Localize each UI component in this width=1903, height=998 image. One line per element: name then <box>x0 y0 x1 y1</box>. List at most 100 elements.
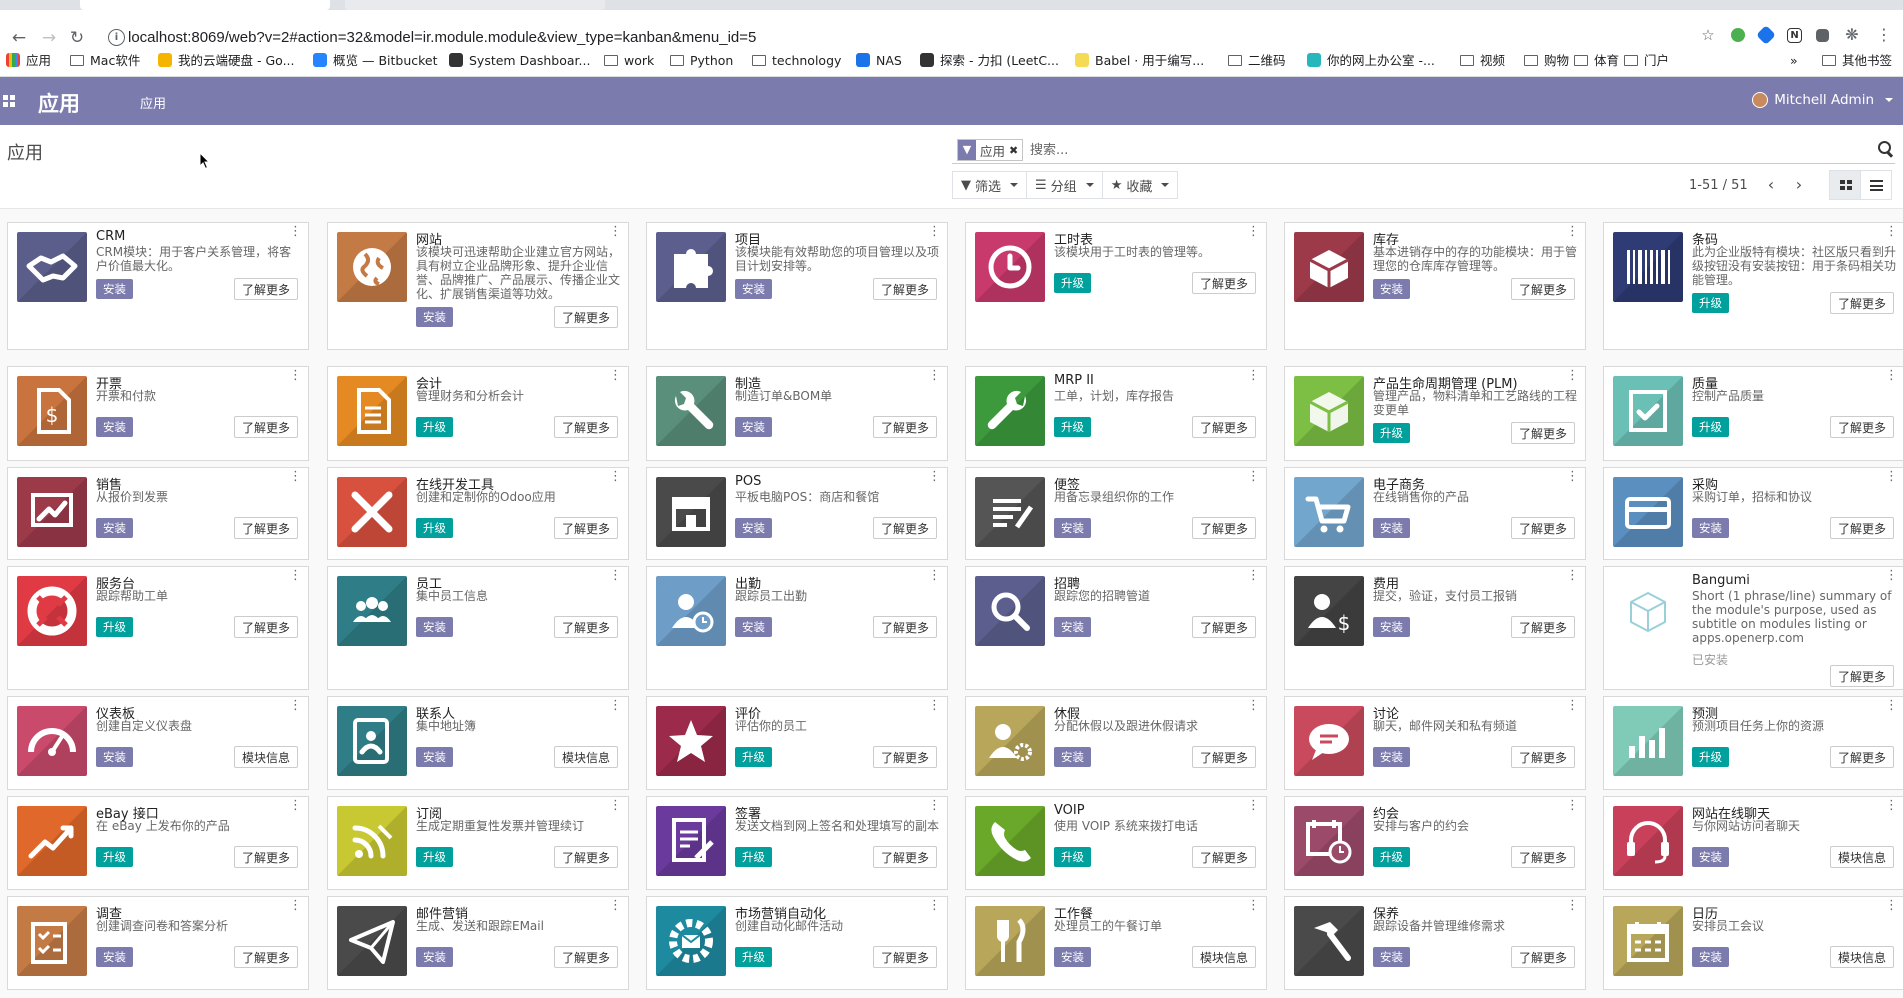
bookmark-item[interactable]: System Dashboar... <box>449 52 590 70</box>
app-card[interactable]: 服务台 跟踪帮助工单 ⋮ 升级 了解更多 <box>7 566 309 690</box>
learn-more-button[interactable]: 了解更多 <box>233 416 298 438</box>
card-menu-icon[interactable]: ⋮ <box>609 569 622 582</box>
learn-more-button[interactable]: 了解更多 <box>233 517 298 539</box>
card-menu-icon[interactable]: ⋮ <box>1566 899 1579 912</box>
bookmark-item[interactable]: Python <box>670 52 733 70</box>
app-card[interactable]: 休假 分配休假以及跟进休假请求 ⋮ 安装 了解更多 <box>965 696 1267 790</box>
card-menu-icon[interactable]: ⋮ <box>609 699 622 712</box>
upgrade-button[interactable]: 升级 <box>1373 423 1410 443</box>
learn-more-button[interactable]: 了解更多 <box>233 278 298 300</box>
card-menu-icon[interactable]: ⋮ <box>1885 470 1898 483</box>
learn-more-button[interactable]: 了解更多 <box>1510 746 1575 768</box>
install-button[interactable]: 安装 <box>735 617 772 637</box>
learn-more-button[interactable]: 了解更多 <box>1510 278 1575 300</box>
upgrade-button[interactable]: 升级 <box>1054 417 1091 437</box>
app-card[interactable]: 产品生命周期管理 (PLM) 管理产品，物料清单和工艺路线的工程变更单 ⋮ 升级 了解更… <box>1284 366 1586 461</box>
other-bookmarks-folder[interactable]: 其他书签 <box>1822 52 1892 70</box>
install-button[interactable]: 安装 <box>96 747 133 767</box>
app-card[interactable]: 保养 跟踪设备并管理维修需求 ⋮ 安装 了解更多 <box>1284 896 1586 990</box>
learn-more-button[interactable]: 了解更多 <box>1829 517 1894 539</box>
app-card[interactable]: 工时表 该模块用于工时表的管理等。 ⋮ 升级 了解更多 <box>965 222 1267 350</box>
card-menu-icon[interactable]: ⋮ <box>289 899 302 912</box>
app-card[interactable]: $ 开票 开票和付款 ⋮ 安装 了解更多 <box>7 366 309 461</box>
learn-more-button[interactable]: 了解更多 <box>1191 517 1256 539</box>
app-card[interactable]: 出勤 跟踪员工出勤 ⋮ 安装 了解更多 <box>646 566 948 690</box>
learn-more-button[interactable]: 了解更多 <box>872 946 937 968</box>
bookmark-item[interactable]: 探索 - 力扣 (LeetC... <box>920 52 1059 70</box>
learn-more-button[interactable]: 了解更多 <box>872 278 937 300</box>
install-button[interactable]: 安装 <box>1692 518 1729 538</box>
card-menu-icon[interactable]: ⋮ <box>609 470 622 483</box>
card-menu-icon[interactable]: ⋮ <box>289 699 302 712</box>
install-button[interactable]: 安装 <box>96 279 133 299</box>
upgrade-button[interactable]: 升级 <box>735 947 772 967</box>
browser-tab[interactable] <box>345 0 605 10</box>
upgrade-button[interactable]: 升级 <box>735 847 772 867</box>
learn-more-button[interactable]: 了解更多 <box>872 616 937 638</box>
app-card[interactable]: 讨论 聊天，邮件网关和私有频道 ⋮ 安装 了解更多 <box>1284 696 1586 790</box>
upgrade-button[interactable]: 升级 <box>416 417 453 437</box>
card-menu-icon[interactable]: ⋮ <box>1247 899 1260 912</box>
learn-more-button[interactable]: 了解更多 <box>553 946 618 968</box>
install-button[interactable]: 安装 <box>416 307 453 327</box>
card-menu-icon[interactable]: ⋮ <box>609 799 622 812</box>
app-card[interactable]: POS 平板电脑POS：商店和餐馆 ⋮ 安装 了解更多 <box>646 467 948 560</box>
bookmark-item[interactable]: 购物 <box>1524 52 1569 70</box>
app-card[interactable]: 项目 该模块能有效帮助您的项目管理以及项目计划安排等。 ⋮ 安装 了解更多 <box>646 222 948 350</box>
learn-more-button[interactable]: 了解更多 <box>233 946 298 968</box>
app-card[interactable]: 日历 安排员工会议 ⋮ 安装 模块信息 <box>1603 896 1903 990</box>
bookmark-item[interactable]: Babel · 用于编写... <box>1075 52 1204 70</box>
card-menu-icon[interactable]: ⋮ <box>928 369 941 382</box>
app-card[interactable]: 电子商务 在线销售你的产品 ⋮ 安装 了解更多 <box>1284 467 1586 560</box>
learn-more-button[interactable]: 了解更多 <box>1191 416 1256 438</box>
upgrade-button[interactable]: 升级 <box>96 847 133 867</box>
upgrade-button[interactable]: 升级 <box>735 747 772 767</box>
card-menu-icon[interactable]: ⋮ <box>609 899 622 912</box>
upgrade-button[interactable]: 升级 <box>1373 847 1410 867</box>
bookmark-item[interactable]: technology <box>752 52 841 70</box>
bookmark-item[interactable]: work <box>604 52 654 70</box>
card-menu-icon[interactable]: ⋮ <box>1247 699 1260 712</box>
list-view-button[interactable] <box>1860 170 1892 200</box>
learn-more-button[interactable]: 了解更多 <box>553 517 618 539</box>
app-card[interactable]: 网站在线聊天 与你网站访问者聊天 ⋮ 安装 模块信息 <box>1603 796 1903 890</box>
card-menu-icon[interactable]: ⋮ <box>1247 225 1260 238</box>
extensions-puzzle-icon[interactable]: ❋ <box>1843 26 1861 44</box>
learn-more-button[interactable]: 了解更多 <box>553 416 618 438</box>
browser-tab[interactable] <box>80 0 330 10</box>
card-menu-icon[interactable]: ⋮ <box>928 470 941 483</box>
learn-more-button[interactable]: 了解更多 <box>553 306 618 328</box>
card-menu-icon[interactable]: ⋮ <box>928 569 941 582</box>
app-card[interactable]: 工作餐 处理员工的午餐订单 ⋮ 安装 模块信息 <box>965 896 1267 990</box>
kanban-view-button[interactable] <box>1829 170 1861 200</box>
bookmark-item[interactable]: 视频 <box>1460 52 1505 70</box>
app-card[interactable]: 网站 该模块可迅速帮助企业建立官方网站，具有树立企业品牌形象、提升企业信誉、品牌推… <box>327 222 629 350</box>
module-info-button[interactable]: 模块信息 <box>553 746 618 768</box>
app-card[interactable]: CRM CRM模块：用于客户关系管理，将客户价值最大化。 ⋮ 安装 了解更多 <box>7 222 309 350</box>
app-card[interactable]: 会计 管理财务和分析会计 ⋮ 升级 了解更多 <box>327 366 629 461</box>
learn-more-button[interactable]: 了解更多 <box>1510 422 1575 444</box>
bookmark-item[interactable]: 我的云端硬盘 - Go... <box>158 52 295 70</box>
app-card[interactable]: 仪表板 创建自定义仪表盘 ⋮ 安装 模块信息 <box>7 696 309 790</box>
install-button[interactable]: 安装 <box>1054 747 1091 767</box>
module-info-button[interactable]: 模块信息 <box>1829 946 1894 968</box>
learn-more-button[interactable]: 了解更多 <box>1510 846 1575 868</box>
site-info-icon[interactable]: i <box>108 29 125 46</box>
card-menu-icon[interactable]: ⋮ <box>289 369 302 382</box>
learn-more-button[interactable]: 了解更多 <box>1191 272 1256 294</box>
app-card[interactable]: 库存 基本进销存中的存的功能模块：用于管理您的仓库库存管理等。 ⋮ 安装 了解更多 <box>1284 222 1586 350</box>
card-menu-icon[interactable]: ⋮ <box>1247 470 1260 483</box>
card-menu-icon[interactable]: ⋮ <box>1885 699 1898 712</box>
module-info-button[interactable]: 模块信息 <box>233 746 298 768</box>
browser-menu-icon[interactable]: ⋮ <box>1875 26 1893 44</box>
card-menu-icon[interactable]: ⋮ <box>289 569 302 582</box>
install-button[interactable]: 安装 <box>1692 947 1729 967</box>
card-menu-icon[interactable]: ⋮ <box>1885 899 1898 912</box>
app-card[interactable]: 采购 采购订单，招标和协议 ⋮ 安装 了解更多 <box>1603 467 1903 560</box>
upgrade-button[interactable]: 升级 <box>1692 293 1729 313</box>
learn-more-button[interactable]: 了解更多 <box>872 517 937 539</box>
install-button[interactable]: 安装 <box>735 518 772 538</box>
install-button[interactable]: 安装 <box>1373 279 1410 299</box>
app-card[interactable]: eBay 接口在 eBay 上发布你的产品 ⋮ 升级 了解更多 <box>7 796 309 890</box>
bookmark-item[interactable]: 体育 <box>1574 52 1619 70</box>
